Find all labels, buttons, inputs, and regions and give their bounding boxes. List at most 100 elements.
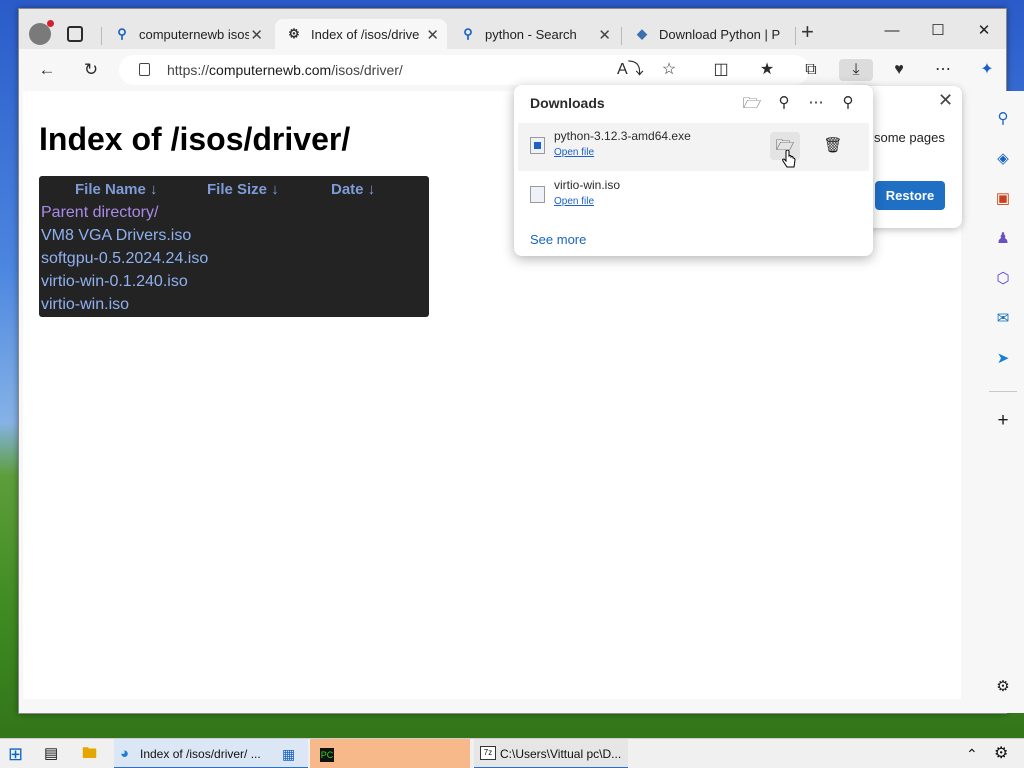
directory-table: File Name ↓ File Size ↓ Date ↓ Parent di…	[39, 176, 429, 317]
refresh-button[interactable]: ↻	[79, 59, 103, 81]
games-icon[interactable]: ♟	[993, 229, 1013, 249]
send-icon[interactable]: ➤	[993, 349, 1013, 369]
sidebar-divider	[989, 391, 1017, 392]
taskbar-edge-window[interactable]: ◕ Index of /isos/driver/ ...	[114, 739, 308, 768]
taskbar-cmd-window[interactable]: 7z C:\Users\Vittual pc\D...	[474, 739, 628, 768]
tab-close-icon[interactable]: ✕	[250, 26, 263, 44]
read-aloud-icon[interactable]: A⤵	[617, 59, 644, 81]
maximize-button[interactable]: ☐	[915, 17, 961, 45]
table-row: softgpu-0.5.2024.24.iso	[41, 248, 427, 270]
address-bar[interactable]: https://computernewb.com/isos/driver/ A⤵…	[119, 55, 809, 85]
tab-python-search[interactable]: ⚲ python - Search ✕	[449, 19, 619, 49]
url-path: /isos/driver/	[331, 62, 403, 78]
table-row: Parent directory/	[41, 202, 427, 224]
close-icon[interactable]: ✕	[938, 90, 953, 111]
settings-gear-icon[interactable]: ⚙	[994, 739, 1014, 768]
download-item[interactable]: virtio-win.iso Open file	[518, 172, 869, 220]
close-button[interactable]: ✕	[961, 17, 1007, 45]
search-icon: ⚲	[117, 26, 127, 41]
minimize-button[interactable]: —	[869, 17, 915, 45]
taskbar-edge-label: Index of /isos/driver/ ...	[140, 747, 261, 761]
folder-icon[interactable]: 🗁	[742, 93, 762, 113]
open-file-link[interactable]: Open file	[554, 147, 594, 158]
split-screen-icon[interactable]: ◫	[709, 59, 733, 81]
open-file-link[interactable]: Open file	[554, 196, 594, 207]
copilot-icon[interactable]: ✦	[975, 59, 999, 81]
outlook-icon[interactable]: ✉	[993, 309, 1013, 329]
taskbar-pycharm-window[interactable]: PC	[310, 739, 470, 768]
add-icon[interactable]: +	[993, 411, 1013, 431]
edge-sidebar: ⚲ ◈ ▣ ♟ ⬡ ✉ ➤ + ⚙	[981, 91, 1024, 713]
url-scheme: https://	[167, 62, 210, 78]
url-host: computernewb.com	[209, 62, 332, 78]
file-link[interactable]: softgpu-0.5.2024.24.iso	[41, 250, 208, 268]
windows-start-icon[interactable]: ⊞	[8, 739, 28, 768]
downloads-button[interactable]: ⤓	[839, 59, 873, 81]
tab-download-python[interactable]: ◆ Download Python | P	[623, 19, 793, 49]
table-row: virtio-win.iso	[41, 294, 427, 316]
tab-separator	[621, 27, 622, 45]
table-row: VM8 VGA Drivers.iso	[41, 225, 427, 247]
downloads-flyout: Downloads 🗁 ⚲ ⋯ ⚲ python-3.12.3-amd64.ex…	[514, 85, 873, 256]
parent-directory-link[interactable]: Parent directory/	[41, 204, 158, 222]
store-icon[interactable]: ▦	[282, 739, 302, 768]
taskbar-cmd-label: C:\Users\Vittual pc\D...	[500, 747, 622, 761]
tab-label: Download Python | P	[659, 27, 781, 42]
iso-file-icon	[530, 186, 545, 203]
tab-actions-icon[interactable]	[67, 26, 83, 42]
tab-label: python - Search	[485, 27, 577, 42]
tab-label: Index of /isos/driver/	[311, 27, 419, 42]
restore-button[interactable]: Restore	[875, 181, 945, 210]
lock-icon[interactable]	[139, 63, 150, 76]
python-icon: ◆	[637, 26, 647, 41]
column-header-filesize[interactable]: File Size ↓	[207, 181, 279, 198]
file-link[interactable]: virtio-win-0.1.240.iso	[41, 273, 188, 291]
collections-icon[interactable]: ⧉	[799, 59, 823, 81]
page-title: Index of /isos/driver/	[39, 121, 351, 157]
edge-icon: ◕	[120, 745, 130, 762]
restore-message: some pages	[874, 130, 945, 145]
more-menu-icon[interactable]: ⋯	[931, 59, 955, 81]
pin-icon[interactable]: ⚲	[838, 93, 858, 113]
tools-icon[interactable]: ▣	[993, 189, 1013, 209]
more-options-icon[interactable]: ⋯	[806, 93, 826, 113]
microsoft-365-icon[interactable]: ⬡	[993, 269, 1013, 289]
file-link[interactable]: virtio-win.iso	[41, 296, 129, 314]
settings-gear-icon[interactable]: ⚙	[993, 677, 1013, 697]
terminal-icon: 7z	[480, 746, 496, 760]
favorites-icon[interactable]: ★	[755, 59, 779, 81]
search-icon[interactable]: ⚲	[774, 93, 794, 113]
tab-separator	[795, 27, 796, 45]
hand-cursor-icon	[782, 150, 796, 168]
column-header-date[interactable]: Date ↓	[331, 181, 375, 198]
browser-essentials-icon[interactable]: ♥	[887, 59, 911, 81]
site-icon: ⚙	[288, 26, 300, 41]
taskbar: ⊞ ▤ 🖿 ◕ Index of /isos/driver/ ... ▦ PC …	[0, 738, 1024, 768]
back-button[interactable]: ←	[35, 59, 59, 81]
search-icon[interactable]: ⚲	[993, 109, 1013, 129]
download-item[interactable]: python-3.12.3-amd64.exe Open file 🗁 🗑	[518, 123, 869, 171]
delete-icon[interactable]: 🗑	[822, 132, 844, 160]
see-more-link[interactable]: See more	[530, 232, 586, 247]
tab-computernewb-isos[interactable]: ⚲ computernewb isos ✕	[103, 19, 271, 49]
file-link[interactable]: VM8 VGA Drivers.iso	[41, 227, 191, 245]
table-row: virtio-win-0.1.240.iso	[41, 271, 427, 293]
tab-index-of-isos-driver[interactable]: ⚙ Index of /isos/driver/ ✕	[275, 19, 447, 49]
favorite-star-icon[interactable]: ☆	[657, 59, 681, 81]
downloads-title: Downloads	[530, 95, 605, 111]
pycharm-icon: PC	[320, 747, 334, 762]
profile-avatar[interactable]	[29, 20, 54, 45]
file-explorer-icon[interactable]: 🖿	[82, 739, 102, 768]
tab-label: computernewb isos	[139, 27, 249, 42]
download-filename: virtio-win.iso	[554, 178, 621, 192]
search-icon: ⚲	[463, 26, 473, 41]
column-header-filename[interactable]: File Name ↓	[75, 181, 158, 198]
url-text[interactable]: https://computernewb.com/isos/driver/	[167, 62, 403, 78]
tab-strip: ⚲ computernewb isos ✕ ⚙ Index of /isos/d…	[19, 9, 1006, 49]
chevron-up-icon[interactable]: ⌃	[966, 739, 984, 768]
task-view-icon[interactable]: ▤	[44, 739, 64, 768]
tab-close-icon[interactable]: ✕	[598, 26, 611, 44]
shopping-tag-icon[interactable]: ◈	[993, 149, 1013, 169]
new-tab-button[interactable]: +	[801, 21, 814, 43]
tab-close-icon[interactable]: ✕	[426, 26, 439, 44]
